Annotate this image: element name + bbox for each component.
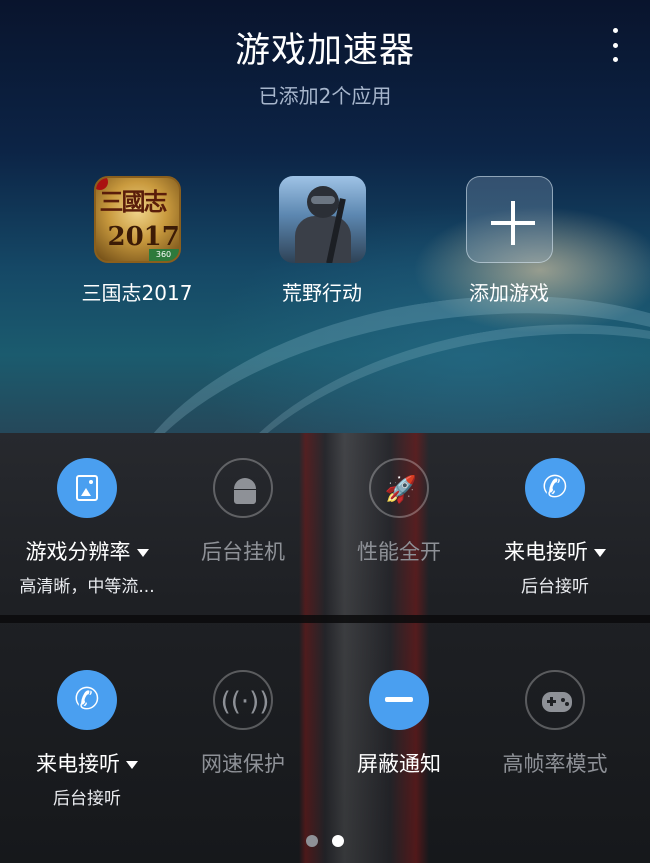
setting-label: 来电接听	[504, 540, 588, 564]
app-label: 三国志2017	[81, 281, 193, 305]
dropdown-arrow-icon	[126, 761, 138, 769]
dropdown-arrow-icon	[594, 549, 606, 557]
setting-block-notifications[interactable]: 屏蔽通知	[324, 670, 474, 778]
setting-full-performance[interactable]: 🚀 性能全开	[324, 458, 474, 566]
setting-call-answer[interactable]: ✆ 来电接听 后台接听	[12, 670, 162, 809]
dropdown-arrow-icon	[136, 549, 149, 557]
setting-network-protection[interactable]: ((·)) 网速保护	[168, 670, 318, 778]
app-item-huangye[interactable]: 荒野行动	[247, 176, 397, 306]
app-item-sanguozhi[interactable]: 三國志 2017 360 三国志2017	[62, 176, 212, 306]
setting-call-answer[interactable]: ✆ 来电接听 后台接听	[480, 458, 630, 597]
setting-label: 来电接听	[36, 752, 120, 776]
divider	[0, 615, 650, 623]
setting-sub: 后台接听	[521, 577, 589, 597]
phone-icon: ✆	[57, 670, 117, 730]
app-label: 添加游戏	[469, 281, 549, 305]
setting-label: 游戏分辨率	[25, 540, 131, 564]
gamepad-icon	[525, 670, 585, 730]
setting-high-framerate[interactable]: 高帧率模式	[480, 670, 630, 778]
page-title: 游戏加速器	[234, 31, 415, 71]
more-options-icon[interactable]	[600, 28, 630, 62]
page-dot[interactable]	[306, 835, 318, 847]
add-game-button[interactable]: 添加游戏	[434, 176, 584, 306]
android-icon	[213, 458, 273, 518]
page-subtitle: 已添加2个应用	[258, 84, 392, 108]
setting-background-hangup[interactable]: 后台挂机	[168, 458, 318, 566]
setting-game-resolution[interactable]: 游戏分辨率 高清晰，中等流...	[12, 458, 162, 597]
page-indicator	[0, 832, 650, 851]
setting-label: 性能全开	[357, 540, 441, 564]
app-label: 荒野行动	[282, 281, 362, 305]
setting-sub: 高清晰，中等流...	[19, 577, 155, 597]
huangye-xingdong-icon	[278, 176, 366, 263]
minus-icon	[369, 670, 429, 730]
setting-label: 后台挂机	[201, 540, 285, 564]
image-icon	[57, 458, 117, 518]
signal-icon: ((·))	[213, 670, 273, 730]
setting-label: 高帧率模式	[502, 752, 608, 776]
phone-icon: ✆	[525, 458, 585, 518]
setting-sub: 后台接听	[53, 789, 121, 809]
setting-label: 屏蔽通知	[357, 752, 441, 776]
page-dot-active[interactable]	[332, 835, 344, 847]
sanguozhi-2017-icon: 三國志 2017 360	[93, 176, 181, 263]
rocket-icon: 🚀	[369, 458, 429, 518]
plus-icon	[465, 176, 553, 263]
setting-label: 网速保护	[201, 752, 285, 776]
